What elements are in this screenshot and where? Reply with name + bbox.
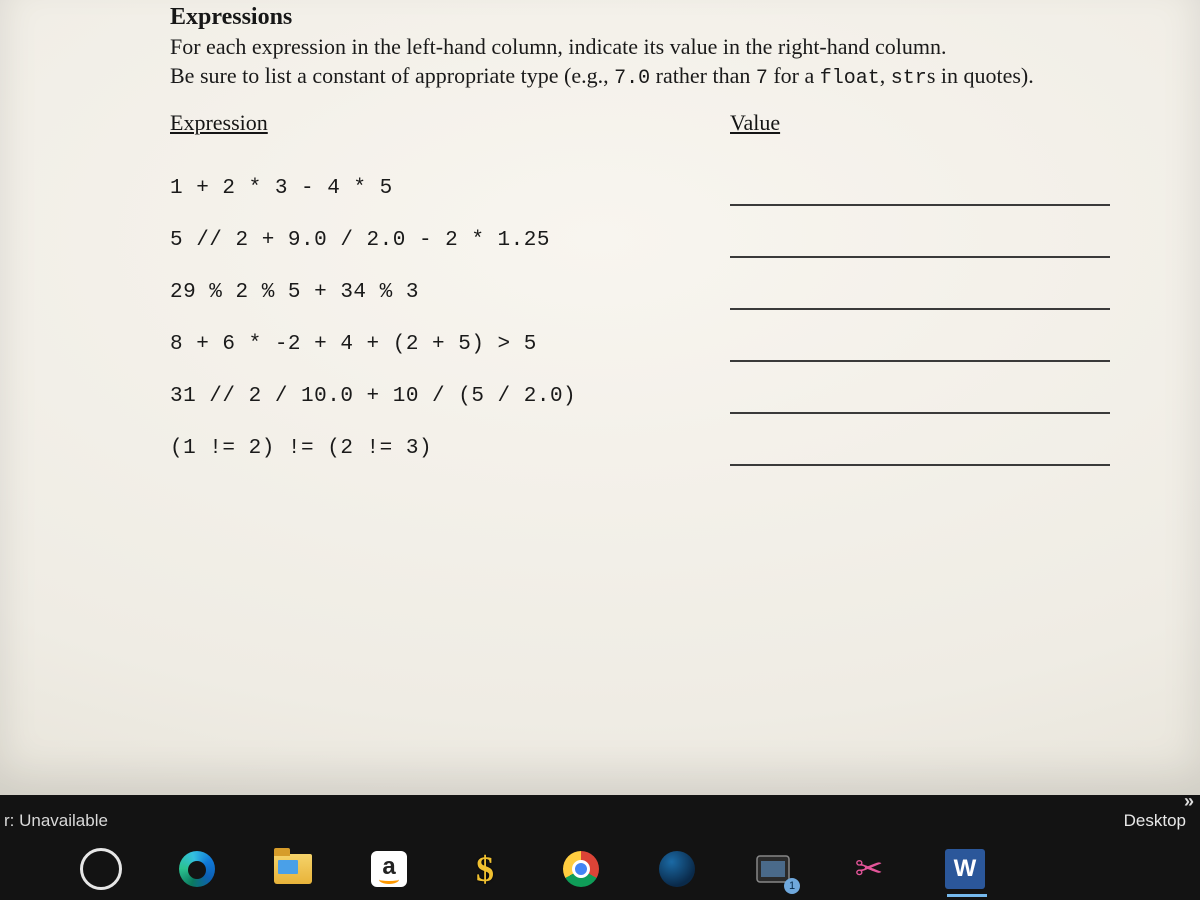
app-with-badge-icon[interactable]: 1	[752, 848, 794, 890]
instructions-text: For each expression in the left-hand col…	[170, 33, 1140, 92]
instr-line2c: rather than	[650, 63, 756, 88]
word-w: W	[954, 855, 977, 882]
table-row: 1 + 2 * 3 - 4 * 5	[170, 154, 1140, 206]
active-app-underline	[947, 894, 987, 897]
snipping-tool-icon[interactable]: ✂	[848, 848, 890, 890]
expression-6: (1 != 2) != (2 != 3)	[170, 437, 730, 466]
table-row: 5 // 2 + 9.0 / 2.0 - 2 * 1.25	[170, 206, 1140, 258]
taskbar-icons: a $ 1 ✂ W	[80, 848, 986, 890]
column-headers: Expression Value	[170, 110, 1140, 136]
answer-blank-4[interactable]	[730, 330, 1110, 362]
answer-blank-6[interactable]	[730, 434, 1110, 466]
instr-line1: For each expression in the left-hand col…	[170, 34, 947, 59]
show-desktop-label[interactable]: Desktop	[1124, 811, 1186, 831]
instr-code-float: float	[820, 67, 880, 90]
instr-code-7-0: 7.0	[614, 67, 650, 90]
answer-blank-3[interactable]	[730, 278, 1110, 310]
status-unavailable: r: Unavailable	[4, 811, 108, 831]
runelite-icon[interactable]: $	[464, 848, 506, 890]
cortana-icon[interactable]	[80, 848, 122, 890]
instr-line2a: Be sure to list a constant of appropriat…	[170, 63, 614, 88]
file-explorer-icon[interactable]	[272, 848, 314, 890]
document-page: Expressions For each expression in the l…	[0, 0, 1200, 795]
expression-2: 5 // 2 + 9.0 / 2.0 - 2 * 1.25	[170, 229, 730, 258]
section-title: Expressions	[170, 4, 1140, 31]
answer-blank-1[interactable]	[730, 174, 1110, 206]
header-expression: Expression	[170, 110, 730, 136]
expression-5: 31 // 2 / 10.0 + 10 / (5 / 2.0)	[170, 385, 730, 414]
header-value: Value	[730, 110, 780, 136]
chrome-browser-icon[interactable]	[560, 848, 602, 890]
expression-1: 1 + 2 * 3 - 4 * 5	[170, 177, 730, 206]
table-row: 29 % 2 % 5 + 34 % 3	[170, 258, 1140, 310]
overflow-chevron-icon[interactable]: »	[1184, 791, 1194, 812]
amazon-icon[interactable]: a	[368, 848, 410, 890]
content-area: Expressions For each expression in the l…	[170, 4, 1140, 466]
notification-badge: 1	[784, 878, 800, 894]
instr-code-7: 7	[756, 67, 768, 90]
instr-line2e: for a	[768, 63, 820, 88]
answer-blank-2[interactable]	[730, 226, 1110, 258]
steam-icon[interactable]	[656, 848, 698, 890]
windows-taskbar: r: Unavailable a $ 1 ✂ W » Desktop	[0, 795, 1200, 900]
screen: Expressions For each expression in the l…	[0, 0, 1200, 900]
instr-line2g: ,	[880, 63, 891, 88]
expression-3: 29 % 2 % 5 + 34 % 3	[170, 281, 730, 310]
table-row: 31 // 2 / 10.0 + 10 / (5 / 2.0)	[170, 362, 1140, 414]
answer-blank-5[interactable]	[730, 382, 1110, 414]
word-app-icon[interactable]: W	[944, 848, 986, 890]
table-row: (1 != 2) != (2 != 3)	[170, 414, 1140, 466]
expression-rows: 1 + 2 * 3 - 4 * 5 5 // 2 + 9.0 / 2.0 - 2…	[170, 154, 1140, 466]
table-row: 8 + 6 * -2 + 4 + (2 + 5) > 5	[170, 310, 1140, 362]
instr-line2i: s in quotes).	[927, 63, 1034, 88]
edge-browser-icon[interactable]	[176, 848, 218, 890]
instr-code-str: str	[891, 67, 927, 90]
expression-4: 8 + 6 * -2 + 4 + (2 + 5) > 5	[170, 333, 730, 362]
